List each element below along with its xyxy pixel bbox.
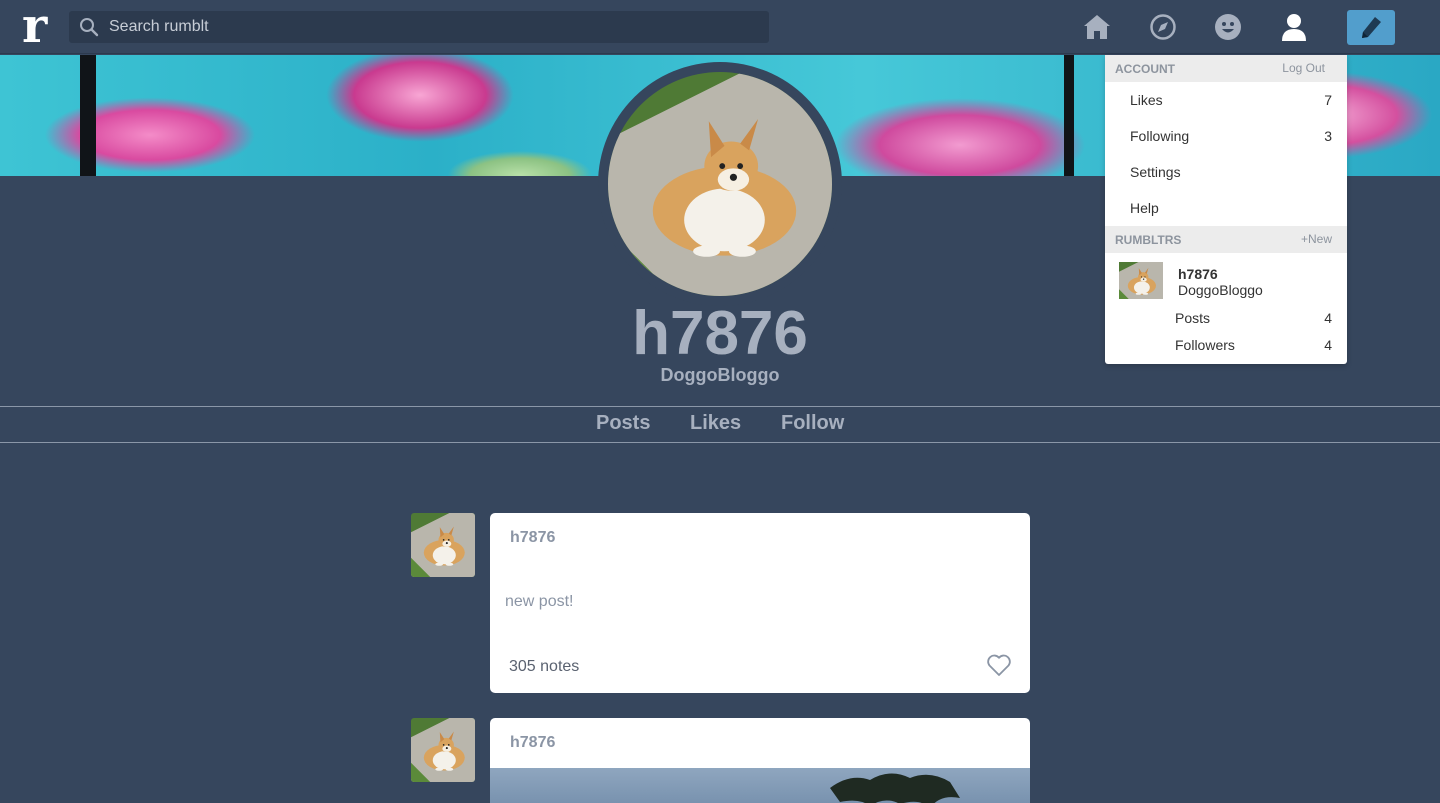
post-card: h7876 new post! 305 notes: [490, 513, 1030, 693]
post-photo[interactable]: [490, 768, 1030, 803]
menu-item-following[interactable]: Following 3: [1105, 118, 1347, 154]
menu-item-label: Followers: [1175, 337, 1235, 353]
new-blog-link[interactable]: +New: [1301, 232, 1332, 246]
rumbltrs-header-label: RUMBLTRS: [1115, 233, 1182, 247]
compass-icon: [1150, 14, 1176, 40]
menu-item-count: 3: [1324, 128, 1332, 144]
blog-avatar[interactable]: [598, 62, 842, 306]
tab-likes[interactable]: Likes: [690, 412, 741, 435]
smiley-icon: [1215, 14, 1241, 40]
post-card: h7876: [490, 718, 1030, 803]
menu-item-count: 4: [1324, 337, 1332, 353]
home-icon: [1084, 15, 1110, 39]
post-author[interactable]: h7876: [510, 734, 555, 752]
menu-item-blog-posts[interactable]: Posts 4: [1105, 305, 1347, 332]
top-bar: r: [0, 0, 1440, 54]
menu-item-label: Settings: [1130, 164, 1181, 180]
menu-item-count: 7: [1324, 92, 1332, 108]
account-header-label: ACCOUNT: [1115, 62, 1175, 76]
activity-nav-button[interactable]: [1212, 11, 1244, 43]
post-author[interactable]: h7876: [510, 529, 555, 547]
home-nav-button[interactable]: [1081, 11, 1113, 43]
menu-item-label: Posts: [1175, 310, 1211, 326]
menu-item-label: Following: [1130, 128, 1190, 144]
post-avatar[interactable]: [411, 718, 475, 782]
tab-follow[interactable]: Follow: [781, 412, 844, 435]
menu-item-blog-followers[interactable]: Followers 4: [1105, 332, 1347, 359]
explore-nav-button[interactable]: [1147, 11, 1179, 43]
blog-title: DoggoBloggo: [660, 365, 780, 385]
post-notes-count[interactable]: 305 notes: [509, 658, 579, 676]
post-avatar[interactable]: [411, 513, 475, 577]
dropdown-blog-title[interactable]: DoggoBloggo: [1178, 282, 1263, 298]
app-logo[interactable]: r: [22, 2, 58, 50]
pencil-icon: [1362, 16, 1381, 38]
menu-item-likes[interactable]: Likes 7: [1105, 82, 1347, 118]
account-section-header: ACCOUNT Log Out: [1105, 55, 1347, 82]
account-nav-button[interactable]: [1278, 11, 1310, 43]
user-icon: [1282, 14, 1306, 41]
compose-button[interactable]: [1347, 10, 1395, 45]
search-icon: [80, 18, 99, 37]
logout-link[interactable]: Log Out: [1282, 61, 1325, 75]
dropdown-blog-name[interactable]: h7876: [1178, 266, 1218, 282]
menu-item-help[interactable]: Help: [1105, 190, 1347, 226]
blog-tabs: Posts Likes Follow: [0, 406, 1440, 443]
search-bar[interactable]: [69, 11, 769, 43]
tab-posts[interactable]: Posts: [596, 412, 650, 435]
menu-item-label: Help: [1130, 200, 1159, 216]
menu-item-settings[interactable]: Settings: [1105, 154, 1347, 190]
search-input[interactable]: [109, 11, 759, 43]
blog-name: h7876: [632, 299, 808, 368]
heart-icon[interactable]: [986, 653, 1012, 677]
dropdown-blog-avatar[interactable]: [1119, 262, 1163, 299]
account-dropdown: ACCOUNT Log Out Likes 7 Following 3 Sett…: [1105, 55, 1347, 364]
rumbltrs-section-header: RUMBLTRS +New: [1105, 226, 1347, 253]
menu-item-count: 4: [1324, 310, 1332, 326]
post-body-text: new post!: [505, 593, 574, 610]
menu-item-label: Likes: [1130, 92, 1163, 108]
